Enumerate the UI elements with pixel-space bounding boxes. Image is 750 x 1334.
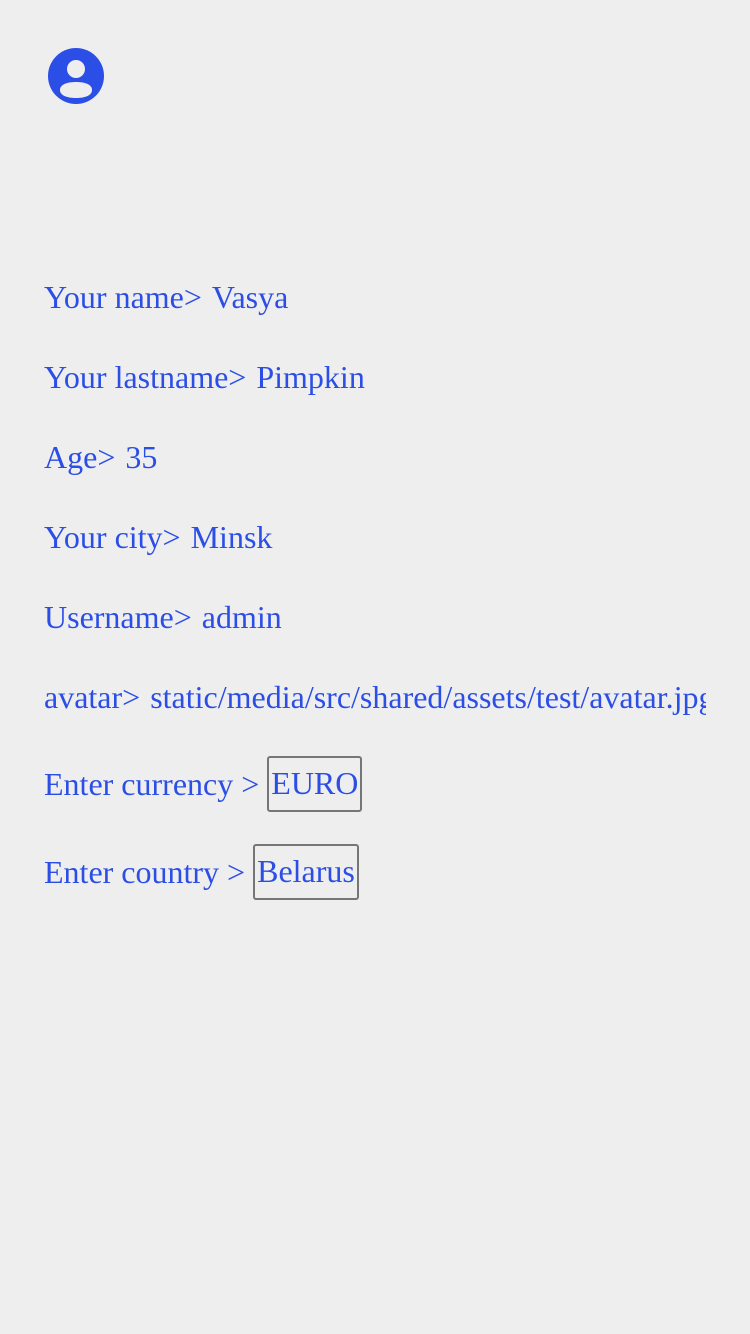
name-row: Your name> Vasya [44,276,706,318]
lastname-value: Pimpkin [256,359,365,395]
country-label: Enter country > [44,854,246,890]
name-label: Your name> [44,279,202,315]
name-value: Vasya [211,279,289,315]
age-value: 35 [125,439,158,475]
avatar-row: avatar> static/media/src/shared/assets/te… [44,676,706,718]
username-row: Username> admin [44,596,706,638]
age-row: Age> 35 [44,436,706,478]
lastname-label: Your lastname> [44,359,247,395]
country-input[interactable]: Belarus [253,844,359,900]
currency-label: Enter currency > [44,766,260,802]
country-row: Enter country > Belarus [44,844,706,900]
lastname-row: Your lastname> Pimpkin [44,356,706,398]
age-label: Age> [44,439,116,475]
city-row: Your city> Minsk [44,516,706,558]
avatar-label: avatar> [44,679,141,715]
username-label: Username> [44,599,192,635]
currency-input[interactable]: EURO [267,756,363,812]
account-circle-icon[interactable] [48,48,104,104]
avatar-path-value: static/media/src/shared/assets/test/avat… [150,679,706,715]
currency-row: Enter currency > EURO [44,756,706,812]
profile-fields: Your name> Vasya Your lastname> Pimpkin Ag… [44,276,706,932]
city-value: Minsk [190,519,273,555]
city-label: Your city> [44,519,181,555]
username-value: admin [201,599,282,635]
